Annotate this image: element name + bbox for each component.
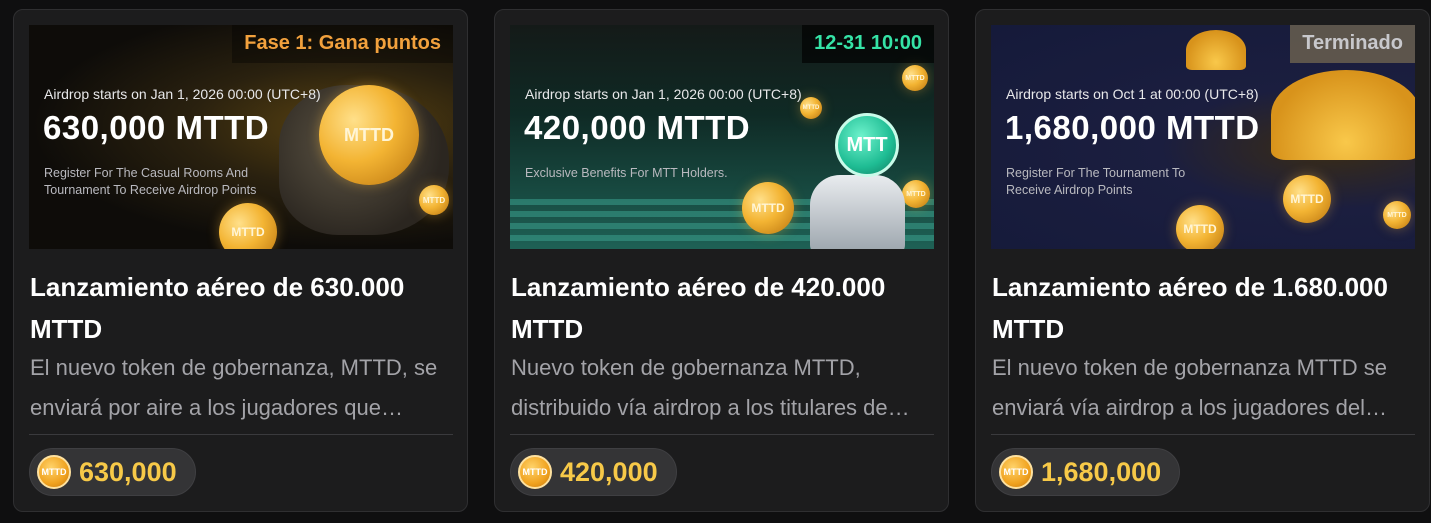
divider bbox=[29, 434, 453, 435]
mtt-token-badge: MTT bbox=[835, 113, 899, 177]
mttd-coin-icon: MTTD bbox=[1383, 201, 1411, 229]
reward-value: 630,000 bbox=[79, 456, 177, 487]
mttd-coin-icon: MTTD bbox=[1283, 175, 1331, 223]
banner-description: Register For The Tournament To Receive A… bbox=[1006, 166, 1186, 197]
card-banner: MTTD MTTD MTTD Terminado Airdrop starts … bbox=[991, 25, 1415, 249]
mttd-coin-icon: MTTD bbox=[902, 65, 928, 91]
parachute-icon bbox=[1186, 30, 1246, 70]
mttd-coin-icon: MTTD bbox=[37, 455, 71, 489]
mttd-coin-icon: MTTD bbox=[902, 180, 930, 208]
banner-description: Register For The Casual Rooms And Tourna… bbox=[44, 166, 257, 197]
countdown-tag: 12-31 10:00 bbox=[802, 25, 934, 63]
mttd-coin-icon: MTTD bbox=[999, 455, 1033, 489]
airdrop-card-630000[interactable]: MTTD MTTD MTTD Fase 1: Gana puntos Airdr… bbox=[13, 9, 468, 512]
mttd-coin-icon: MTTD bbox=[518, 455, 552, 489]
ended-tag: Terminado bbox=[1290, 25, 1415, 63]
divider bbox=[510, 434, 934, 435]
mttd-coin-icon: MTTD bbox=[219, 203, 277, 249]
reward-pill: MTTD 1,680,000 bbox=[991, 448, 1181, 496]
mttd-coin-icon: MTTD bbox=[1176, 205, 1224, 249]
card-banner: MTTD MTTD MTTD Fase 1: Gana puntos Airdr… bbox=[29, 25, 453, 249]
card-title: Lanzamiento aéreo de 630.000 MTTD bbox=[30, 272, 405, 344]
mttd-coin-icon: MTTD bbox=[419, 185, 449, 215]
reward-pill: MTTD 630,000 bbox=[29, 448, 196, 496]
banner-start-date: Airdrop starts on Jan 1, 2026 00:00 (UTC… bbox=[525, 86, 802, 102]
card-description: El nuevo token de gobernanza, MTTD, se e… bbox=[30, 355, 438, 420]
banner-amount: 420,000 MTTD bbox=[524, 109, 751, 146]
mttd-coin-icon: MTTD bbox=[319, 85, 419, 185]
banner-start-date: Airdrop starts on Oct 1 at 00:00 (UTC+8) bbox=[1006, 86, 1259, 102]
airdrop-card-list: MTTD MTTD MTTD Fase 1: Gana puntos Airdr… bbox=[13, 9, 1430, 512]
card-title: Lanzamiento aéreo de 1.680.000 MTTD bbox=[992, 272, 1388, 344]
reward-value: 1,680,000 bbox=[1041, 456, 1162, 487]
banner-start-date: Airdrop starts on Jan 1, 2026 00:00 (UTC… bbox=[44, 86, 321, 102]
divider bbox=[991, 434, 1415, 435]
card-banner: MTTD MTTD MTTD MTTD MTT 12-31 10:00 Aird… bbox=[510, 25, 934, 249]
banner-amount: 630,000 MTTD bbox=[43, 109, 270, 146]
mttd-coin-icon: MTTD bbox=[800, 97, 822, 119]
card-description: Nuevo token de gobernanza MTTD, distribu… bbox=[511, 355, 888, 420]
mttd-coin-icon: MTTD bbox=[742, 182, 794, 234]
parachute-icon bbox=[1271, 70, 1415, 160]
banner-amount: 1,680,000 MTTD bbox=[1005, 109, 1260, 146]
airdrop-card-1680000[interactable]: MTTD MTTD MTTD Terminado Airdrop starts … bbox=[975, 9, 1430, 512]
card-title: Lanzamiento aéreo de 420.000 MTTD bbox=[511, 272, 886, 344]
status-tag: Fase 1: Gana puntos bbox=[232, 25, 453, 63]
robot-hand-decoration bbox=[810, 175, 905, 249]
reward-value: 420,000 bbox=[560, 456, 658, 487]
banner-description: Exclusive Benefits For MTT Holders. bbox=[525, 166, 728, 180]
airdrop-card-420000[interactable]: MTTD MTTD MTTD MTTD MTT 12-31 10:00 Aird… bbox=[494, 9, 949, 512]
card-description: El nuevo token de gobernanza MTTD se env… bbox=[992, 355, 1388, 420]
reward-pill: MTTD 420,000 bbox=[510, 448, 677, 496]
